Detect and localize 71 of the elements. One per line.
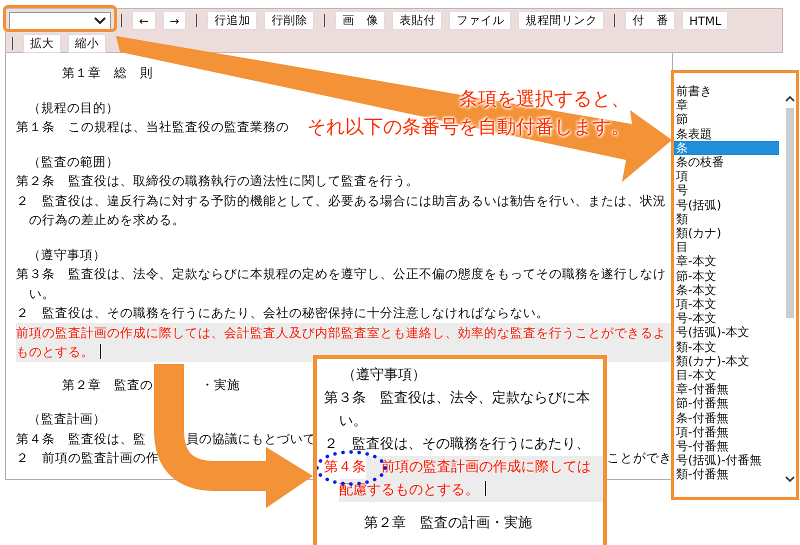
document-text: ２ 監査役は、その職務を行うにあたり、会社の秘密保持に十分注意しなければならない。 xyxy=(16,304,549,322)
toolbar-button[interactable]: 縮小 xyxy=(68,34,106,53)
list-item[interactable]: 節-付番無 xyxy=(674,396,783,411)
chevron-down-icon xyxy=(94,16,106,24)
list-item[interactable]: 号(括弧)-付番無 xyxy=(674,453,783,468)
list-item[interactable]: 類(カナ) xyxy=(674,226,783,240)
document-text: い。 xyxy=(339,412,367,431)
inset-article-number: 第４条 xyxy=(324,456,366,479)
toolbar-button[interactable]: 規程間リンク xyxy=(518,11,604,30)
list-item[interactable]: 条表題 xyxy=(674,126,783,141)
list-item[interactable]: 目-本文 xyxy=(674,368,783,382)
list-item[interactable]: 節 xyxy=(674,112,783,127)
document-text: 第３条 監査役は、法令、定款ならびに本規程の定めを遵守し、公正不偏の態度をもってその職務を遂行しなけ xyxy=(16,265,666,283)
toolbar-button[interactable]: ← xyxy=(132,11,156,30)
list-item[interactable]: 条 xyxy=(674,140,779,156)
chapter-heading: 第１章 総 則 xyxy=(62,64,153,82)
article-caption: （監査計画） xyxy=(28,410,106,428)
list-box[interactable]: 前書き 章 節 条表題 条 条の枝番 項 号 号(括弧) 類 類(カナ) 目 章-本文 節-本文 条-本文 項-本文 号-本文 号(括弧)-本文 類-本文 類(カナ)-本文 目-本文 章-付番無 節-付番無 条-付番無 項-付番無 号-付番無 号(括弧)-付番無 類-付番無 xyxy=(671,70,799,500)
list-item[interactable]: 類 xyxy=(674,212,783,226)
list-item[interactable]: 章-付番無 xyxy=(674,382,783,396)
list-item[interactable]: 項-本文 xyxy=(674,297,783,312)
toolbar-button[interactable]: 拡大 xyxy=(23,34,61,53)
document-text: 第１条 この規程は、当社監査役の監査業務の xyxy=(16,118,289,136)
chapter-heading: 第２章 監査の計画・実施 xyxy=(364,514,532,533)
list-item[interactable]: 号 xyxy=(674,183,783,198)
toolbar-button[interactable]: 行追加 xyxy=(207,11,258,30)
chapter-heading: ・実施 xyxy=(201,376,240,394)
list-item[interactable]: 条の枝番 xyxy=(674,155,783,170)
toolbar-button[interactable]: 付 番 xyxy=(625,11,676,30)
document-text: ２ 監査役は、違反行為に対する予防的機能として、必要ある場合には助言あるいは勧告を行い、または、状況 xyxy=(16,192,666,210)
document-text: 第２条 監査役は、取締役の職務執行の適法性に関して監査を行う。 xyxy=(16,172,419,190)
article-caption: （遵守事項） xyxy=(28,246,106,264)
document-text: 第３条 監査役は、法令、定款ならびに本 xyxy=(324,389,590,408)
list-item[interactable]: 目 xyxy=(674,240,783,254)
toolbar-button[interactable]: ファイル xyxy=(449,11,512,30)
list-item[interactable]: 類-本文 xyxy=(674,340,783,354)
document-text: い。 xyxy=(29,284,55,302)
list-item[interactable]: 号-本文 xyxy=(674,311,783,326)
document-text: 第４条 監査役は、監 xyxy=(16,430,146,448)
list-item[interactable]: 号(括弧) xyxy=(674,198,783,212)
list-item[interactable]: 類(カナ)-本文 xyxy=(674,354,783,368)
dropdown[interactable] xyxy=(9,12,111,30)
list-item[interactable]: 号(括弧)-本文 xyxy=(674,325,783,340)
article-caption: （規程の目的） xyxy=(28,98,119,116)
document-text: ２ 監査役は、その職務を行うにあたり、 xyxy=(324,435,590,454)
list-item[interactable]: 号-付番無 xyxy=(674,439,783,454)
chevron-up-icon[interactable] xyxy=(784,95,794,102)
chapter-heading: 第２章 監査の xyxy=(62,376,153,394)
article-caption: （監査の範囲） xyxy=(28,152,119,170)
toolbar-button[interactable]: → xyxy=(162,11,186,30)
toolbar-button[interactable]: 画 像 xyxy=(335,11,386,30)
list-item[interactable]: 条-付番無 xyxy=(674,410,783,425)
list-item[interactable]: 条-本文 xyxy=(674,282,783,298)
toolbar-button[interactable]: 行削除 xyxy=(264,11,314,30)
list-item[interactable]: 章-本文 xyxy=(674,254,783,269)
list-item[interactable]: 前書き xyxy=(674,84,783,98)
document-text: の行為の差止めを求める。 xyxy=(29,211,185,229)
list-item[interactable]: 章 xyxy=(674,98,783,112)
list-item[interactable]: 項 xyxy=(674,169,783,184)
document-text: 前項の監査計画の作成に際しては、会計監査人及び内部監査室とも連絡し、効率的な監査を行うことができるよ xyxy=(16,324,666,342)
toolbar-button[interactable]: 表貼付 xyxy=(392,11,442,30)
document-text: ２ 前項の監査計画の作 xyxy=(16,449,159,467)
list-item[interactable]: 項-付番無 xyxy=(674,424,783,440)
toolbar-button[interactable]: HTML xyxy=(682,11,728,30)
list-item[interactable]: 類-付番無 xyxy=(674,467,783,482)
document-text: ことができ xyxy=(607,449,672,467)
document-text: ものとする。 xyxy=(16,343,94,361)
article-caption: （遵守事項） xyxy=(342,366,426,385)
list-item[interactable]: 節-本文 xyxy=(674,268,783,283)
chevron-down-icon[interactable] xyxy=(784,476,794,483)
scrollbar-thumb[interactable] xyxy=(786,108,794,318)
